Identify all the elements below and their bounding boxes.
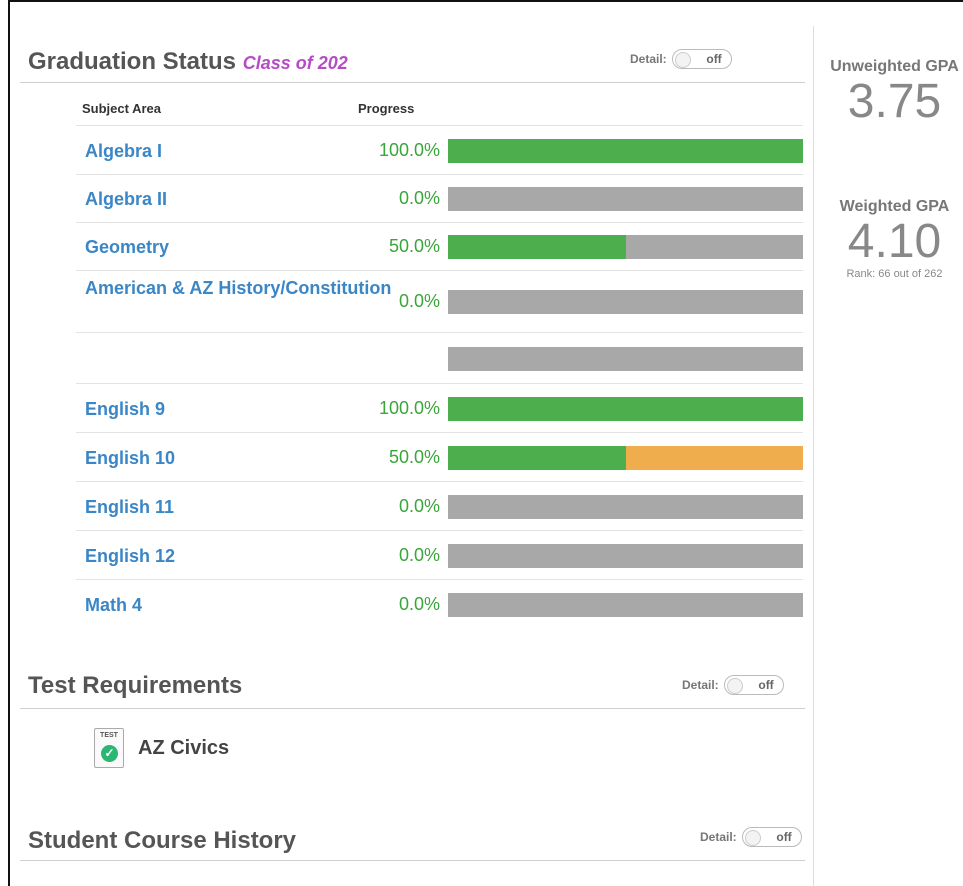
progress-percent: 50.0% [388,236,440,256]
test-requirements-title: Test Requirements [28,672,243,699]
progress-percent: 0.0% [398,545,440,565]
column-divider [813,26,814,886]
progress-percent: 0.0% [398,188,440,208]
class-of-label: Class of 202 [242,53,348,73]
toggle-state: off [776,830,792,844]
unweighted-gpa-value: 3.75 [847,75,942,128]
progress-percent: 50.0% [388,447,440,467]
detail-label: Detail: [630,52,667,66]
subject-column-header: Subject Area [82,101,161,116]
unweighted-gpa-block: Unweighted GPA 3.75 [822,58,963,128]
progress-percent: 0.0% [398,594,440,614]
progress-percent: 0.0% [398,496,440,516]
unweighted-gpa-label: Unweighted GPA [830,58,959,75]
subject-link[interactable]: Math 4 [85,594,142,616]
progress-bar [448,495,803,519]
progress-complete-fill [448,446,626,470]
progress-bar [448,235,803,259]
progress-percent: 0.0% [398,291,440,311]
toggle-knob [674,52,691,68]
table-row: Algebra I 100.0% [76,125,803,175]
graduation-detail-toggle: Detail: off [630,49,732,69]
subject-link[interactable]: Algebra I [85,140,162,162]
graduation-title: Graduation Status [28,48,237,75]
progress-bar [448,290,803,314]
course-history-title: Student Course History [28,827,297,854]
progress-bar [448,593,803,617]
progress-complete-fill [448,397,803,421]
table-row: Algebra II 0.0% [76,174,803,223]
progress-inprogress-fill [625,446,803,470]
progress-complete-fill [448,235,626,259]
weighted-gpa-label: Weighted GPA [839,198,950,215]
table-row: Math 4 0.0% [76,579,803,629]
progress-bar [448,397,803,421]
graduation-rule [20,82,805,83]
check-icon: ✓ [101,745,118,762]
progress-column-header: Progress [358,101,415,116]
test-passed-icon: TEST ✓ [94,728,124,768]
table-row: English 11 0.0% [76,481,803,531]
history-rule [20,860,805,861]
subject-link[interactable]: English 9 [85,398,165,420]
toggle-state: off [758,678,774,692]
subject-link[interactable]: Algebra II [85,188,167,210]
table-row: Geometry 50.0% [76,222,803,271]
progress-bar [448,544,803,568]
subject-link[interactable]: American & AZ History/Constitution [85,277,391,299]
progress-bar [448,187,803,211]
test-name: AZ Civics [138,736,230,759]
subject-link[interactable]: English 10 [85,447,175,469]
graduation-section-title: Graduation Status Class of 202 [28,48,348,76]
test-item[interactable]: TEST ✓ AZ Civics [94,728,229,768]
weighted-gpa-block: Weighted GPA 4.10 Rank: 66 out of 262 [822,198,963,280]
progress-bar [448,446,803,470]
toggle-state: off [706,52,722,66]
table-row: English 9 100.0% [76,383,803,433]
progress-percent: 100.0% [378,140,440,160]
subject-link[interactable]: English 12 [85,545,175,567]
history-detail-switch[interactable]: off [741,827,802,847]
progress-complete-fill [448,139,803,163]
subject-link[interactable]: Geometry [85,236,169,258]
toggle-knob [744,830,761,846]
table-row [76,332,803,384]
table-row: English 12 0.0% [76,530,803,580]
tests-detail-toggle: Detail: off [682,675,784,695]
class-rank: Rank: 66 out of 262 [846,268,943,280]
test-icon-label: TEST [100,732,118,739]
table-row: English 10 50.0% [76,432,803,482]
detail-label: Detail: [700,830,737,844]
top-border [10,0,963,2]
tests-detail-switch[interactable]: off [723,675,784,695]
progress-bar [448,347,803,371]
detail-label: Detail: [682,678,719,692]
progress-bar [448,139,803,163]
table-row: American & AZ History/Constitution 0.0% [76,270,803,333]
progress-percent: 100.0% [378,398,440,418]
page-frame: Graduation Status Class of 202 Detail: o… [8,0,963,886]
subject-link[interactable]: English 11 [85,496,174,518]
tests-rule [20,708,805,709]
graduation-detail-switch[interactable]: off [671,49,732,69]
toggle-knob [726,678,743,694]
weighted-gpa-value: 4.10 [847,215,942,268]
history-detail-toggle: Detail: off [700,827,802,847]
